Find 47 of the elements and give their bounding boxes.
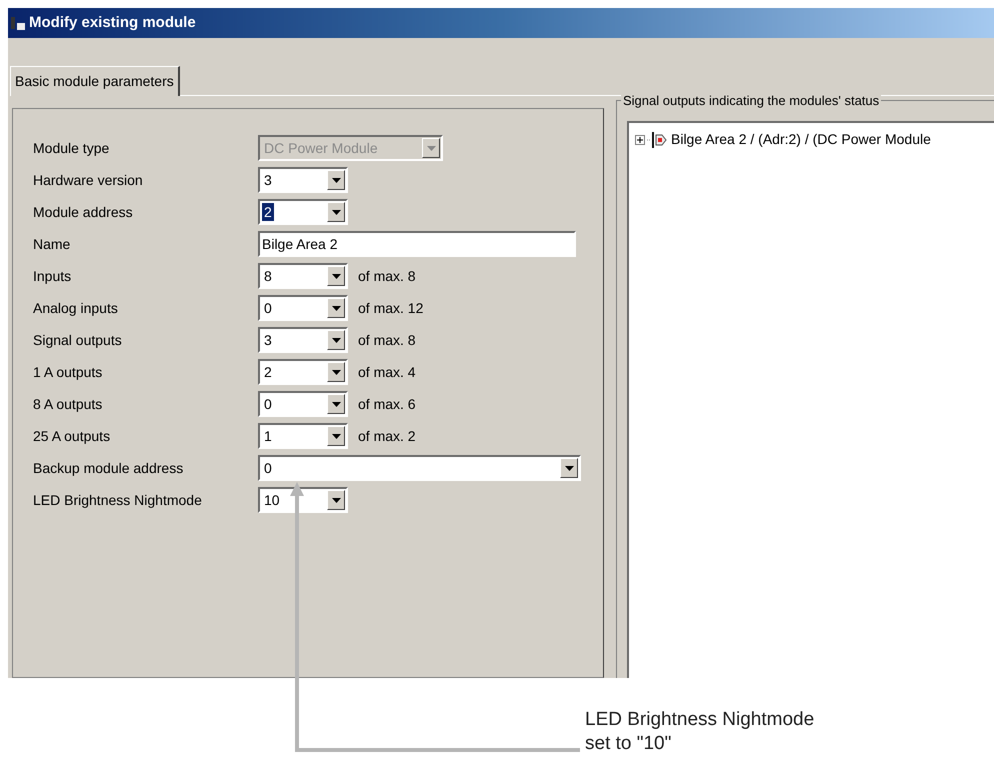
dropdown-value: 1	[263, 427, 273, 445]
field-label: Signal outputs	[33, 330, 123, 350]
dropdown-value: 8	[263, 267, 273, 285]
field-label: Backup module address	[33, 458, 184, 478]
max-label: of max. 8	[358, 266, 416, 286]
dropdown-value: 3	[263, 171, 273, 189]
dropdown-value: 2	[263, 363, 273, 381]
dropdown-value: 0	[263, 395, 273, 413]
dropdown[interactable]: 0	[258, 391, 348, 417]
max-label: of max. 8	[358, 330, 416, 350]
field-label: 8 A outputs	[33, 394, 104, 414]
dropdown-value: 10	[263, 491, 281, 509]
dropdown[interactable]: 1	[258, 423, 348, 449]
field-label: LED Brightness Nightmode	[33, 490, 203, 510]
window-title: Modify existing module	[29, 12, 196, 33]
dropdown-value: DC Power Module	[263, 139, 379, 157]
expand-icon[interactable]	[635, 134, 645, 144]
field-label: 25 A outputs	[33, 426, 112, 446]
field-label: Analog inputs	[33, 298, 119, 318]
dropdown[interactable]: 3	[258, 327, 348, 353]
dropdown-value: 3	[263, 331, 273, 349]
dropdown[interactable]: 3	[258, 167, 348, 193]
dropdown[interactable]: 0	[258, 295, 348, 321]
dropdown-value: 0	[263, 299, 273, 317]
dropdown[interactable]: 0	[258, 455, 581, 481]
dropdown[interactable]: 2	[258, 359, 348, 385]
field-label: 1 A outputs	[33, 362, 104, 382]
max-label: of max. 2	[358, 426, 416, 446]
dropdown-value: 2	[262, 203, 274, 221]
dropdown-value: 0	[263, 459, 273, 477]
name-field[interactable]: Bilge Area 2	[258, 231, 576, 257]
max-label: of max. 4	[358, 362, 416, 382]
dropdown[interactable]: 2	[258, 199, 348, 225]
annotation-text: LED Brightness Nightmode set to "10"	[585, 708, 814, 756]
field-label: Name	[33, 234, 72, 254]
tab[interactable]: Basic module parameters	[10, 66, 180, 96]
field-label: Inputs	[33, 266, 72, 286]
module-icon	[647, 130, 669, 148]
field-label: Hardware version	[33, 170, 144, 190]
field-label: Module type	[33, 138, 110, 158]
dropdown[interactable]: 10	[258, 487, 348, 513]
dropdown[interactable]: 8	[258, 263, 348, 289]
max-label: of max. 12	[358, 298, 424, 318]
app-icon	[10, 15, 26, 31]
tree-item[interactable]: Bilge Area 2 / (Adr:2) / (DC Power Module	[671, 129, 931, 150]
max-label: of max. 6	[358, 394, 416, 414]
field-label: Module address	[33, 202, 134, 222]
